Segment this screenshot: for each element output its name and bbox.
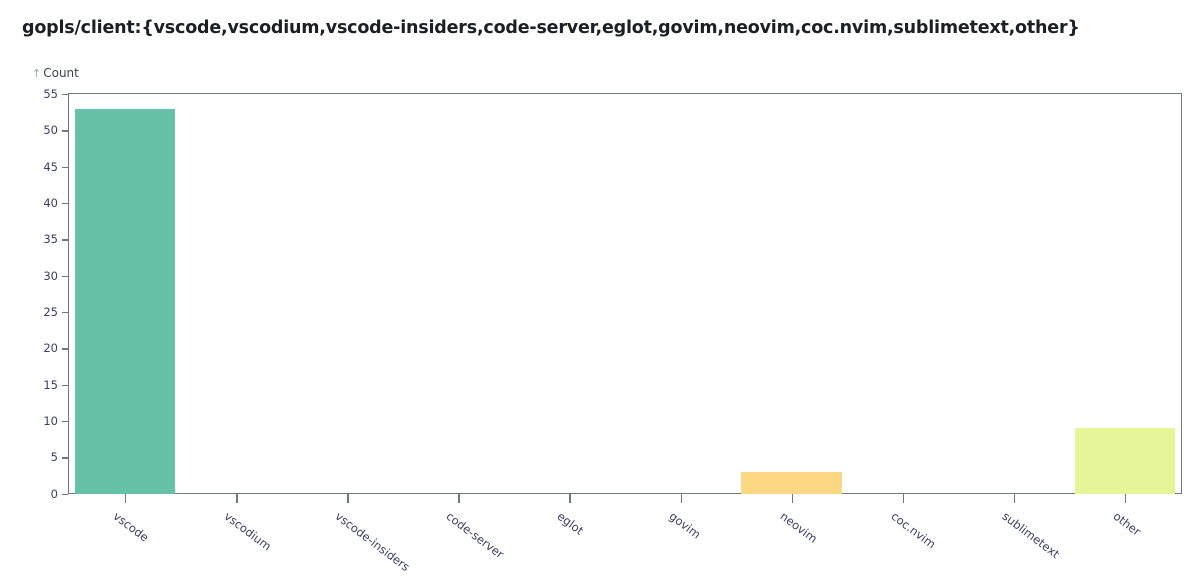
y-tick-mark: [62, 275, 68, 277]
x-tick-label-code-server: code-server: [443, 509, 507, 562]
bar-neovim[interactable]: [741, 471, 842, 494]
x-tick-mark: [125, 494, 127, 503]
x-tick-label-other: other: [1110, 509, 1144, 539]
y-tick-label: 0: [50, 486, 58, 501]
y-tick-label: 35: [43, 232, 58, 247]
x-tick-mark: [791, 494, 794, 503]
x-tick-label-neovim: neovim: [777, 509, 820, 546]
bar-vscode[interactable]: [74, 108, 176, 494]
x-tick-label-vscodium: vscodium: [221, 509, 275, 554]
x-tick-mark: [458, 494, 460, 503]
y-tick-label: 45: [43, 159, 58, 174]
x-tick-mark: [347, 494, 349, 503]
y-tick-mark: [62, 166, 68, 169]
x-tick-mark: [236, 494, 238, 503]
bars-layer: [70, 94, 1181, 494]
y-tick-mark: [62, 239, 68, 241]
x-tick-label-coc.nvim: coc.nvim: [888, 509, 939, 552]
x-tick-label-govim: govim: [666, 509, 703, 542]
y-tick-mark: [62, 384, 68, 386]
y-tick-label: 30: [43, 268, 58, 283]
y-tick-label: 55: [43, 87, 58, 101]
y-tick-label: 40: [43, 195, 58, 210]
y-axis-label-text: Count: [43, 66, 79, 80]
y-tick-mark: [62, 311, 68, 314]
x-tick-label-eglot: eglot: [555, 509, 587, 538]
bar-chart-container: gopls/client:{vscode,vscodium,vscode-ins…: [0, 0, 1200, 584]
y-tick-mark: [62, 130, 68, 132]
up-arrow-icon: ↑: [32, 67, 42, 80]
x-tick-mark: [902, 494, 905, 503]
x-tick-mark: [680, 494, 682, 503]
y-tick-mark: [62, 202, 68, 205]
x-tick-label-vscode: vscode: [110, 509, 152, 545]
y-axis-title: ↑ Count: [32, 66, 79, 80]
x-tick-mark: [1124, 494, 1127, 503]
y-tick-mark: [62, 457, 68, 459]
y-tick-label: 25: [43, 304, 58, 319]
y-tick-mark: [62, 94, 68, 96]
y-tick-label: 5: [50, 450, 58, 465]
x-tick-label-sublimetext: sublimetext: [999, 509, 1063, 562]
y-tick-label: 10: [43, 413, 58, 428]
y-tick-label: 20: [43, 341, 58, 356]
x-tick-mark: [569, 494, 571, 503]
x-tick-mark: [1013, 494, 1016, 503]
y-tick-label: 50: [43, 123, 58, 138]
y-tick-mark: [62, 348, 68, 350]
x-tick-label-vscode-insiders: vscode-insiders: [332, 509, 413, 575]
y-tick-label: 15: [43, 377, 58, 392]
chart-title: gopls/client:{vscode,vscodium,vscode-ins…: [22, 18, 1080, 38]
y-tick-mark: [62, 493, 68, 495]
y-tick-mark: [62, 420, 68, 423]
bar-other[interactable]: [1074, 428, 1176, 494]
